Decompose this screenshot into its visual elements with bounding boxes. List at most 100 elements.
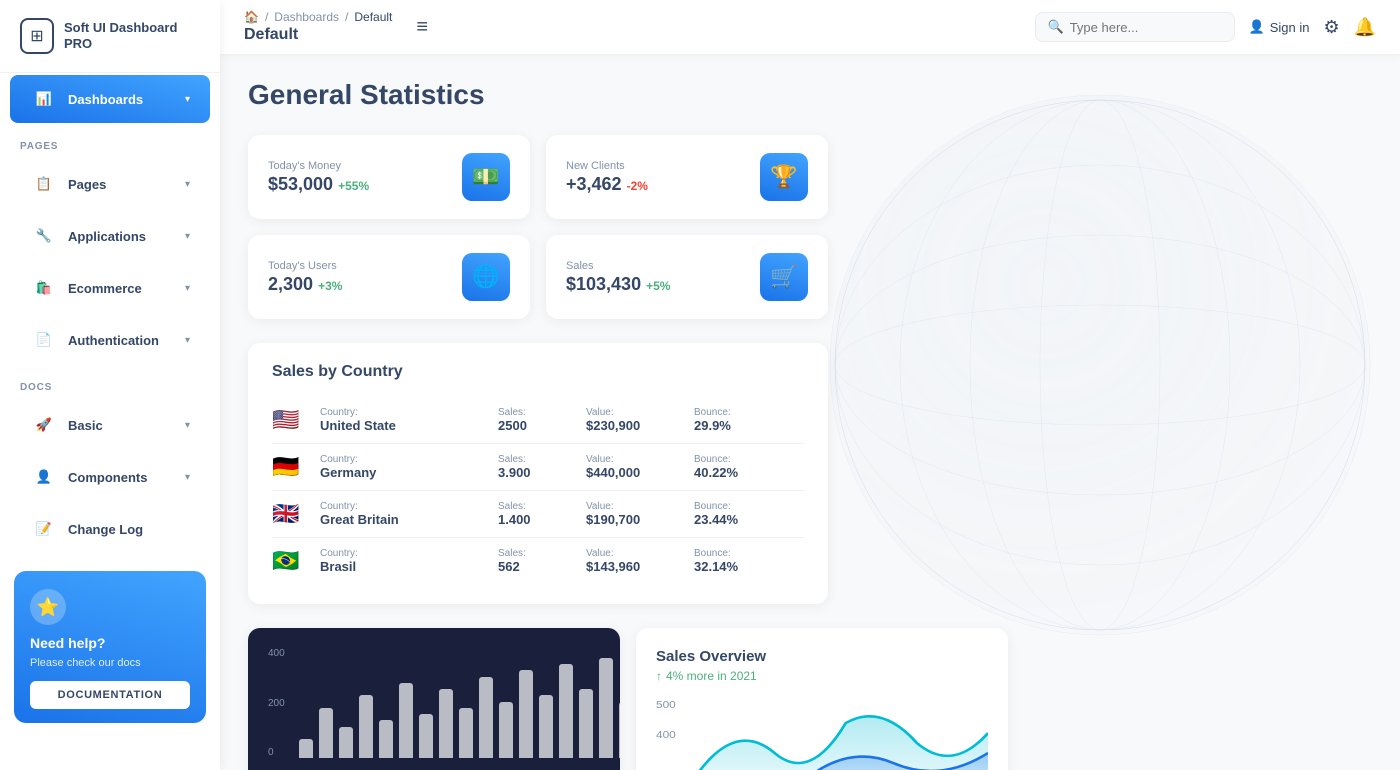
help-subtitle: Please check our docs [30, 657, 141, 669]
bar-chart-container [299, 648, 620, 758]
person-icon: 👤 [1249, 19, 1265, 35]
sales-col-germany: Sales: 3.900 [498, 454, 578, 480]
trend-up-icon: ↑ [656, 669, 662, 683]
app-name: Soft UI Dashboard PRO [64, 20, 200, 51]
sales-country-title: Sales by Country [272, 363, 804, 381]
stat-card-sales: Sales $103,430 +5% 🛒 [546, 235, 828, 319]
bar [379, 720, 393, 758]
bar-y-labels: 400 200 0 [268, 648, 285, 758]
value-col-germany: Value: $440,000 [586, 454, 686, 480]
sales-gb: 1.400 [498, 512, 578, 527]
chevron-applications-icon: ▾ [185, 231, 190, 242]
sales-brasil: 562 [498, 559, 578, 574]
chevron-components-icon: ▾ [185, 472, 190, 483]
sidebar-label-ecommerce: Ecommerce [68, 281, 175, 296]
stat-label-clients: New Clients [566, 160, 648, 172]
notifications-button[interactable]: 🔔 [1354, 17, 1376, 38]
country-col-usa: Country: United State [320, 407, 490, 433]
settings-button[interactable]: ⚙ [1323, 17, 1339, 38]
breadcrumb-dashboards[interactable]: Dashboards [274, 10, 339, 24]
sidebar-item-components[interactable]: 👤 Components ▾ [10, 453, 210, 501]
y-label-0: 0 [268, 747, 285, 758]
country-col-gb: Country: Great Britain [320, 501, 490, 527]
stat-change-clients: -2% [627, 179, 648, 193]
stat-info-clients: New Clients +3,462 -2% [566, 160, 648, 195]
overview-chart-area: 500 400 [656, 693, 988, 770]
breadcrumb-separator2: / [345, 10, 348, 24]
sales-germany: 3.900 [498, 465, 578, 480]
sidebar-item-pages[interactable]: 📋 Pages ▾ [10, 160, 210, 208]
components-icon: 👤 [30, 463, 58, 491]
y-label-400: 400 [268, 648, 285, 659]
bar [399, 683, 413, 758]
home-icon: 🏠 [244, 10, 259, 24]
sidebar-item-basic[interactable]: 🚀 Basic ▾ [10, 401, 210, 449]
country-col-brasil: Country: Brasil [320, 548, 490, 574]
signin-action[interactable]: 👤 Sign in [1249, 19, 1310, 35]
stat-card-clients: New Clients +3,462 -2% 🏆 [546, 135, 828, 219]
stat-icon-money: 💵 [462, 153, 510, 201]
bar [319, 708, 333, 758]
sidebar-label-components: Components [68, 470, 175, 485]
signin-label: Sign in [1270, 20, 1310, 35]
help-card: ⭐ Need help? Please check our docs DOCUM… [14, 571, 206, 723]
stat-info-money: Today's Money $53,000 +55% [268, 160, 369, 195]
search-input[interactable] [1070, 20, 1222, 35]
sidebar-item-dashboards[interactable]: 📊 Dashboards ▾ [10, 75, 210, 123]
breadcrumb-default: Default [354, 10, 392, 24]
value-brasil: $143,960 [586, 559, 686, 574]
bounce-col-brasil: Bounce: 32.14% [694, 548, 804, 574]
sales-overview-card: Sales Overview ↑ 4% more in 2021 [636, 628, 1008, 770]
flag-germany: 🇩🇪 [272, 454, 312, 480]
sidebar-item-ecommerce[interactable]: 🛍️ Ecommerce ▾ [10, 264, 210, 312]
stat-info-users: Today's Users 2,300 +3% [268, 260, 342, 295]
value-usa: $230,900 [586, 418, 686, 433]
basic-icon: 🚀 [30, 411, 58, 439]
main-content: 🏠 / Dashboards / Default Default ≡ 🔍 👤 S… [220, 0, 1400, 770]
sales-col-brasil: Sales: 562 [498, 548, 578, 574]
bar [479, 677, 493, 758]
stat-card-money: Today's Money $53,000 +55% 💵 [248, 135, 530, 219]
country-name-germany: Germany [320, 465, 490, 480]
sidebar-item-authentication[interactable]: 📄 Authentication ▾ [10, 316, 210, 364]
chevron-icon: ▾ [185, 94, 190, 105]
hamburger-button[interactable]: ≡ [416, 16, 428, 39]
stats-grid: Today's Money $53,000 +55% 💵 New Clients… [248, 135, 828, 319]
breadcrumb-separator: / [265, 10, 268, 24]
value-col-gb: Value: $190,700 [586, 501, 686, 527]
sidebar-label-dashboards: Dashboards [68, 92, 175, 107]
docs-section-label: DOCS [0, 366, 220, 399]
bar [539, 695, 553, 758]
value-germany: $440,000 [586, 465, 686, 480]
sidebar-label-changelog: Change Log [68, 522, 190, 537]
content-area: General Statistics Today's Money $53,000… [220, 55, 1400, 770]
help-star-icon: ⭐ [30, 589, 66, 625]
bottom-charts: 400 200 0 Sales Overview ↑ 4% more in 20… [248, 628, 1008, 770]
bounce-brasil: 32.14% [694, 559, 804, 574]
stat-label-money: Today's Money [268, 160, 369, 172]
sidebar-item-changelog[interactable]: 📝 Change Log [10, 505, 210, 553]
chevron-auth-icon: ▾ [185, 335, 190, 346]
bar [359, 695, 373, 758]
country-row-gb: 🇬🇧 Country: Great Britain Sales: 1.400 V… [272, 491, 804, 538]
sidebar-logo: ⊞ Soft UI Dashboard PRO [0, 0, 220, 73]
sidebar-item-applications[interactable]: 🔧 Applications ▾ [10, 212, 210, 260]
stat-icon-clients: 🏆 [760, 153, 808, 201]
documentation-button[interactable]: DOCUMENTATION [30, 681, 190, 709]
page-title: General Statistics [248, 79, 1372, 111]
chevron-basic-icon: ▾ [185, 420, 190, 431]
bounce-col-gb: Bounce: 23.44% [694, 501, 804, 527]
stat-value-users: 2,300 +3% [268, 274, 342, 295]
logo-icon: ⊞ [20, 18, 54, 54]
sidebar-label-pages: Pages [68, 177, 175, 192]
svg-text:400: 400 [656, 730, 676, 741]
bar [439, 689, 453, 758]
country-row-germany: 🇩🇪 Country: Germany Sales: 3.900 Value: … [272, 444, 804, 491]
breadcrumb-section: 🏠 / Dashboards / Default Default [244, 10, 392, 44]
country-row-brasil: 🇧🇷 Country: Brasil Sales: 562 Value: $14… [272, 538, 804, 584]
y-label-200: 200 [268, 698, 285, 709]
chevron-ecommerce-icon: ▾ [185, 283, 190, 294]
sales-usa: 2500 [498, 418, 578, 433]
sales-by-country-card: Sales by Country 🇺🇸 Country: United Stat… [248, 343, 828, 604]
stat-icon-users: 🌐 [462, 253, 510, 301]
